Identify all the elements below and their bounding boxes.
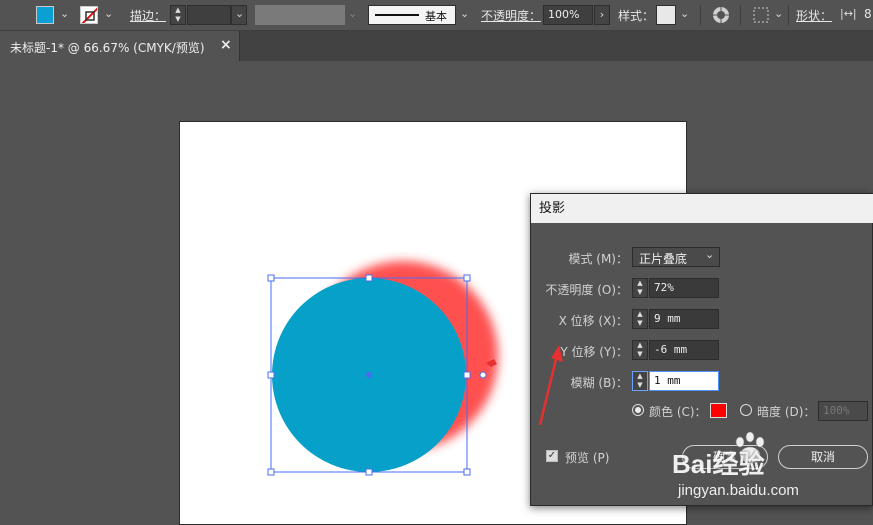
chevron-down-icon[interactable]: ⌄	[680, 7, 689, 20]
control-bar: ⌄ ⌄ 描边： ▲ ▼ ⌄ ⌄ 基本 ⌄ 不透明度： 100% › 样式： ⌄ ⌄…	[0, 0, 873, 31]
annotation-arrow	[538, 345, 563, 426]
darkness-input[interactable]: 100%	[818, 401, 868, 421]
width-icon: |↔|	[840, 7, 857, 20]
stroke-label: 描边：	[130, 9, 167, 23]
chevron-down-icon[interactable]: ⌄	[774, 7, 783, 20]
stroke-weight-input[interactable]	[187, 5, 231, 25]
mode-label: 模式 (M)：	[568, 252, 628, 266]
live-corner-widget[interactable]	[479, 371, 487, 379]
x-offset-label: X 位移 (X)：	[558, 314, 628, 328]
variable-width-profile[interactable]	[255, 5, 345, 25]
opacity-input[interactable]: 100%	[543, 5, 593, 25]
brush-stroke-preview	[375, 14, 419, 16]
shape-label[interactable]: 形状：	[796, 7, 832, 24]
style-label: 样式：	[618, 9, 655, 23]
graphic-style-swatch[interactable]	[656, 5, 676, 25]
no-stroke-icon	[81, 7, 97, 23]
shape-width-value[interactable]: 8	[864, 7, 872, 21]
align-grid-icon[interactable]	[752, 6, 770, 24]
mode-select[interactable]: 正片叠底 ⌄	[632, 247, 720, 267]
opacity-label: 不透明度 (O)：	[545, 283, 628, 297]
blur-input[interactable]: 1 mm	[649, 371, 719, 391]
shadow-color-swatch[interactable]	[710, 403, 727, 418]
y-offset-stepper[interactable]: ▲ ▼	[632, 340, 648, 360]
stroke-color-swatch[interactable]	[80, 6, 98, 24]
brush-definition[interactable]: 基本	[368, 5, 456, 25]
chevron-down-icon[interactable]: ⌄	[104, 7, 113, 20]
color-radio-label: 颜色 (C)：	[649, 405, 707, 419]
chevron-down-icon: ⌄	[705, 248, 715, 261]
document-tab[interactable]: 未标题-1* @ 66.67% (CMYK/预览) ×	[0, 31, 240, 61]
mode-select-value: 正片叠底	[639, 252, 688, 266]
fill-color-swatch[interactable]	[36, 6, 54, 24]
artwork[interactable]	[250, 250, 550, 490]
watermark-brand: Bai经验	[672, 449, 765, 479]
preview-label: 预览 (P)	[565, 451, 610, 465]
darkness-radio-button[interactable]	[740, 404, 752, 416]
x-offset-stepper[interactable]: ▲ ▼	[632, 309, 648, 329]
dialog-title: 投影	[531, 194, 873, 223]
chevron-down-icon: ⌄	[235, 7, 245, 20]
brush-profile-label: 基本	[425, 10, 447, 23]
chevron-down-icon[interactable]: ⌄	[348, 7, 357, 20]
divider	[788, 5, 789, 25]
document-tab-title: 未标题-1* @ 66.67% (CMYK/预览)	[10, 41, 205, 55]
close-icon[interactable]: ×	[220, 37, 232, 53]
recolor-artwork-icon[interactable]	[712, 6, 730, 24]
chevron-down-icon[interactable]: ⌄	[460, 7, 469, 20]
stroke-weight-stepper[interactable]: ▲ ▼	[170, 5, 186, 25]
divider	[700, 5, 701, 25]
x-offset-input[interactable]: 9 mm	[649, 309, 719, 329]
stroke-weight-dropdown[interactable]: ⌄	[231, 5, 247, 25]
darkness-radio-label: 暗度 (D)：	[757, 405, 816, 419]
y-offset-input[interactable]: -6 mm	[649, 340, 719, 360]
divider	[740, 5, 741, 25]
opacity-stepper[interactable]: ▲ ▼	[632, 278, 648, 298]
preview-checkbox[interactable]: ✓	[546, 450, 558, 462]
radio-dot	[635, 407, 641, 413]
chevron-down-icon[interactable]: ⌄	[60, 7, 69, 20]
watermark: Bai经验 jingyan.baidu.com	[672, 430, 872, 510]
watermark-url: jingyan.baidu.com	[678, 482, 799, 499]
opacity-expand-button[interactable]: ›	[594, 5, 610, 25]
opacity-label[interactable]: 不透明度：	[481, 7, 541, 24]
center-point	[366, 372, 372, 378]
chevron-right-icon: ›	[599, 8, 605, 21]
color-radio-button[interactable]	[632, 404, 644, 416]
blur-stepper[interactable]: ▲ ▼	[632, 371, 648, 391]
opacity-input[interactable]: 72%	[649, 278, 719, 298]
